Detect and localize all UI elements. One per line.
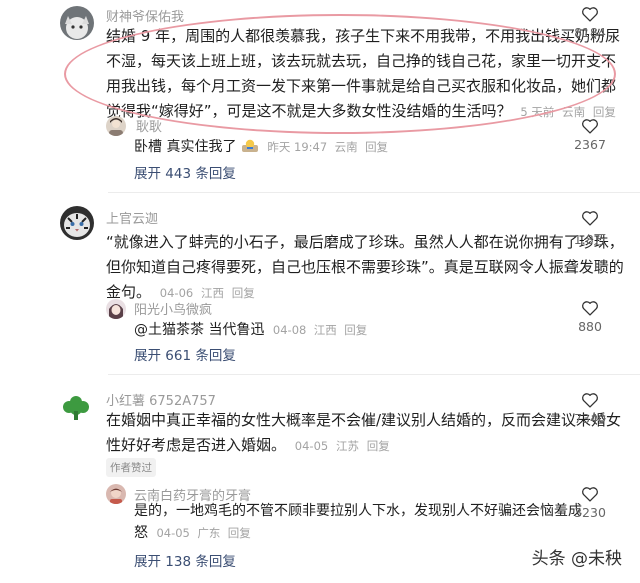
reply-line: 是的，一地鸡毛的不管不顾非要拉别人下水，发现别人不好骗还会恼羞成 xyxy=(134,503,582,519)
heart-outline-icon xyxy=(582,211,598,226)
divider xyxy=(108,374,640,375)
anime-avatar-icon xyxy=(106,299,126,319)
reply-button[interactable]: 回复 xyxy=(344,323,367,337)
reply-time: 04-08 xyxy=(272,323,307,337)
like-button[interactable]: 2367 xyxy=(565,118,615,152)
divider xyxy=(108,192,640,193)
comment-body: 在婚姻中真正幸福的女性大概率是不会催/建议别人结婚的，反而会建议未婚女 性好好考… xyxy=(106,408,622,459)
heart-outline-icon xyxy=(582,119,598,134)
reply-body: 当代鲁迅 xyxy=(208,322,265,338)
avatar[interactable] xyxy=(60,6,94,40)
reply-body: 卧槽 真实住我了 xyxy=(134,139,237,155)
comment-body: “就像进入了蚌壳的小石子，最后磨成了珍珠。虽然人人都在说你拥有了珍珠， 但你知道… xyxy=(106,230,624,306)
like-count: 8184 xyxy=(574,25,606,40)
person-avatar-icon xyxy=(106,116,126,136)
heart-outline-icon xyxy=(582,393,598,408)
reply-location: 云南 xyxy=(334,140,358,154)
reply-button[interactable]: 回复 xyxy=(232,286,255,300)
comment-location: 江西 xyxy=(201,286,224,300)
tiger-avatar-icon xyxy=(60,206,94,240)
comment-time: 04-05 xyxy=(294,439,329,453)
avatar[interactable] xyxy=(106,299,126,319)
like-count: 1.8万 xyxy=(573,232,607,247)
like-count: 2367 xyxy=(574,137,606,152)
comment-line: 在婚姻中真正幸福的女性大概率是不会催/建议别人结婚的，反而会建议未婚女 xyxy=(106,411,622,429)
reply-button[interactable]: 回复 xyxy=(228,526,251,540)
reply-body: 是的，一地鸡毛的不管不顾非要拉别人下水，发现别人不好骗还会恼羞成 怒 04-05… xyxy=(134,500,582,544)
like-count: 880 xyxy=(578,319,602,334)
reply-username[interactable]: 耿耿 xyxy=(136,116,162,135)
reply-time: 昨天 19:47 xyxy=(267,140,328,154)
reply-location: 江西 xyxy=(313,323,337,337)
expand-replies-button[interactable]: 展开 138 条回复 xyxy=(134,550,236,570)
like-button[interactable]: 880 xyxy=(565,300,615,334)
expand-replies-button[interactable]: 展开 443 条回复 xyxy=(134,162,236,182)
reply-button[interactable]: 回复 xyxy=(593,105,616,119)
comment-line: 但你知道自己疼得要死，自己也压根不需要珍珠”。真是互联网令人振聋发聩的 xyxy=(106,258,624,276)
comment-username[interactable]: 财神爷保佑我 xyxy=(106,6,184,25)
comment-location: 江苏 xyxy=(336,439,359,453)
like-count: 7340 xyxy=(574,411,606,426)
avatar[interactable] xyxy=(60,206,94,240)
comment-line: “就像进入了蚌壳的小石子，最后磨成了珍珠。虽然人人都在说你拥有了珍珠， xyxy=(106,233,624,251)
comment-time: 04-06 xyxy=(159,286,194,300)
reply-line: 怒 xyxy=(134,525,148,541)
reply-time: 04-05 xyxy=(156,526,190,540)
avatar[interactable] xyxy=(62,394,90,422)
avatar[interactable] xyxy=(106,484,126,504)
expand-replies-button[interactable]: 展开 661 条回复 xyxy=(134,344,236,364)
crying-laughing-emoji-icon xyxy=(241,139,258,152)
like-button[interactable]: 8184 xyxy=(565,6,615,40)
like-count: 3230 xyxy=(574,505,606,520)
like-button[interactable]: 3230 xyxy=(565,486,615,520)
heart-outline-icon xyxy=(582,7,598,22)
reply-location: 广东 xyxy=(197,526,221,540)
cat-avatar-icon xyxy=(60,6,94,40)
watermark: 头条 @未秧 xyxy=(531,549,622,569)
comment-username[interactable]: 小红薯 6752A757 xyxy=(106,390,216,409)
avatar[interactable] xyxy=(106,116,126,136)
green-tree-avatar-icon xyxy=(63,396,89,420)
like-button[interactable]: 7340 xyxy=(565,392,615,426)
like-button[interactable]: 1.8万 xyxy=(565,210,615,248)
heart-outline-icon xyxy=(582,487,598,502)
mention-link[interactable]: @土猫茶茶 xyxy=(134,322,204,338)
person-avatar-icon xyxy=(106,484,126,504)
reply-button[interactable]: 回复 xyxy=(365,140,388,154)
reply-button[interactable]: 回复 xyxy=(367,439,390,453)
reply-username[interactable]: 阳光小鸟微疯 xyxy=(134,299,212,318)
heart-outline-icon xyxy=(582,301,598,316)
comment-line: 性好好考虑是否进入婚姻。 xyxy=(106,436,287,454)
author-liked-badge: 作者赞过 xyxy=(106,458,156,477)
comment-username[interactable]: 上官云迦 xyxy=(106,208,158,227)
